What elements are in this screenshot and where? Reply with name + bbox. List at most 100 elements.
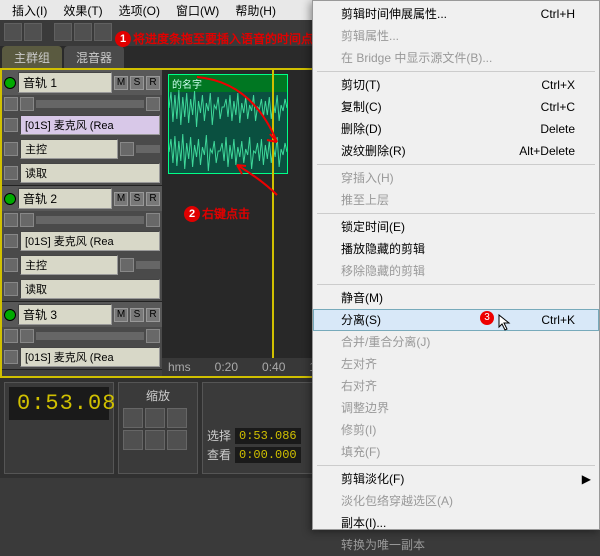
mute-button[interactable]: M [114, 308, 128, 322]
solo-button[interactable]: S [130, 76, 144, 90]
zoom-in-icon[interactable] [123, 408, 143, 428]
zoom-sel-icon[interactable] [167, 430, 187, 450]
input-arrow-icon[interactable] [4, 350, 18, 364]
volume-icon[interactable] [20, 213, 34, 227]
expand-icon[interactable] [4, 97, 18, 111]
record-button[interactable]: R [146, 192, 160, 206]
menu-duplicate[interactable]: 副本(I)... [313, 512, 599, 534]
expand-icon[interactable] [4, 213, 18, 227]
menu-cut[interactable]: 剪切(T)Ctrl+X [313, 74, 599, 96]
menu-merge: 合并/重合分离(J) [313, 331, 599, 353]
track-name-field[interactable]: 音轨 3 [18, 304, 112, 325]
menu-effect[interactable]: 效果(T) [55, 0, 110, 21]
menu-split[interactable]: 分离(S)Ctrl+K 3 [313, 309, 599, 331]
track-name-field[interactable]: 音轨 2 [18, 188, 112, 209]
record-arm-icon[interactable] [4, 193, 16, 205]
read-arrow-icon[interactable] [4, 282, 18, 296]
menu-insert[interactable]: 插入(I) [4, 0, 55, 21]
sel-label: 选择 [207, 427, 231, 444]
menu-align-right: 右对齐 [313, 375, 599, 397]
zoom-out-icon[interactable] [145, 408, 165, 428]
menu-delete[interactable]: 删除(D)Delete [313, 118, 599, 140]
more-icon[interactable] [146, 329, 160, 343]
input-arrow-icon[interactable] [4, 118, 18, 132]
record-button[interactable]: R [146, 308, 160, 322]
annotation-2-text: 右键点击 [202, 205, 250, 222]
input-field[interactable]: [01S] 麦克风 (Rea [20, 347, 160, 367]
tab-mixer[interactable]: 混音器 [64, 46, 124, 68]
zoom-v-icon[interactable] [145, 430, 165, 450]
menu-unique-copy: 转换为唯一副本 [313, 534, 599, 556]
menu-stretch-props[interactable]: 剪辑时间伸展属性...Ctrl+H [313, 3, 599, 25]
menu-separator [317, 465, 595, 466]
zoom-fit-icon[interactable] [167, 408, 187, 428]
tab-main-group[interactable]: 主群组 [2, 46, 62, 68]
more-icon[interactable] [146, 97, 160, 111]
cursor-icon [498, 314, 512, 332]
pan-icon[interactable] [120, 258, 134, 272]
menu-clip-fade[interactable]: 剪辑淡化(F)▶ [313, 468, 599, 490]
mute-button[interactable]: M [114, 76, 128, 90]
zoom-panel: 缩放 [118, 382, 198, 474]
menu-lock-time[interactable]: 锁定时间(E) [313, 216, 599, 238]
pan-icon[interactable] [120, 142, 134, 156]
menu-clip-props: 剪辑属性... [313, 25, 599, 47]
input-field[interactable]: [01S] 麦克风 (Rea [20, 115, 160, 135]
read-field[interactable]: 读取 [20, 163, 160, 183]
menu-separator [317, 164, 595, 165]
bus-field[interactable]: 主控 [20, 139, 118, 159]
annotation-3-badge: 3 [480, 311, 494, 325]
tool-paste-icon[interactable] [94, 23, 112, 41]
annotation-1-text: 将进度条拖至要插入语音的时间点 [133, 30, 313, 47]
expand-icon[interactable] [4, 329, 18, 343]
menu-help[interactable]: 帮助(H) [227, 0, 284, 21]
track-1: 音轨 1 M S R [01S] 麦克风 (Rea 主控 读取 [2, 70, 162, 186]
menu-separator [317, 213, 595, 214]
read-arrow-icon[interactable] [4, 166, 18, 180]
tool-play-icon[interactable] [24, 23, 42, 41]
menu-window[interactable]: 窗口(W) [168, 0, 227, 21]
tool-cut-icon[interactable] [54, 23, 72, 41]
annotation-2-badge: 2 [184, 206, 200, 222]
solo-button[interactable]: S [130, 192, 144, 206]
menu-copy[interactable]: 复制(C)Ctrl+C [313, 96, 599, 118]
menu-ripple-delete[interactable]: 波纹删除(R)Alt+Delete [313, 140, 599, 162]
submenu-arrow-icon: ▶ [582, 471, 591, 487]
menu-play-hidden[interactable]: 播放隐藏的剪辑 [313, 238, 599, 260]
input-arrow-icon[interactable] [4, 234, 18, 248]
tool-copy-icon[interactable] [74, 23, 92, 41]
solo-button[interactable]: S [130, 308, 144, 322]
bus-arrow-icon[interactable] [4, 258, 18, 272]
view-label: 查看 [207, 446, 231, 463]
mute-button[interactable]: M [114, 192, 128, 206]
volume-icon[interactable] [20, 329, 34, 343]
track-name-field[interactable]: 音轨 1 [18, 72, 112, 93]
menu-options[interactable]: 选项(O) [111, 0, 168, 21]
ruler-tick: 0:40 [262, 360, 285, 374]
record-button[interactable]: R [146, 76, 160, 90]
menu-remove-hidden: 移除隐藏的剪辑 [313, 260, 599, 282]
sel-value: 0:53.086 [235, 428, 301, 444]
tool-select-icon[interactable] [4, 23, 22, 41]
context-menu: 剪辑时间伸展属性...Ctrl+H 剪辑属性... 在 Bridge 中显示源文… [312, 0, 600, 530]
ruler-tick: 0:20 [215, 360, 238, 374]
track-2: 音轨 2 M S R [01S] 麦克风 (Rea 主控 读取 [2, 186, 162, 302]
ruler-unit: hms [168, 360, 191, 374]
record-arm-icon[interactable] [4, 77, 16, 89]
annotation-arrow-1 [192, 72, 282, 152]
time-display: 0:53.086 [9, 387, 109, 420]
zoom-h-icon[interactable] [123, 430, 143, 450]
annotation-1-badge: 1 [115, 31, 131, 47]
bus-arrow-icon[interactable] [4, 142, 18, 156]
more-icon[interactable] [146, 213, 160, 227]
view-value: 0:00.000 [235, 447, 301, 463]
track-3: 音轨 3 M S R [01S] 麦克风 (Rea [2, 302, 162, 370]
volume-icon[interactable] [20, 97, 34, 111]
input-field[interactable]: [01S] 麦克风 (Rea [20, 231, 160, 251]
menu-mute[interactable]: 静音(M) [313, 287, 599, 309]
read-field[interactable]: 读取 [20, 279, 160, 299]
bus-field[interactable]: 主控 [20, 255, 118, 275]
time-panel: 0:53.086 [4, 382, 114, 474]
menu-align-left: 左对齐 [313, 353, 599, 375]
record-arm-icon[interactable] [4, 309, 16, 321]
